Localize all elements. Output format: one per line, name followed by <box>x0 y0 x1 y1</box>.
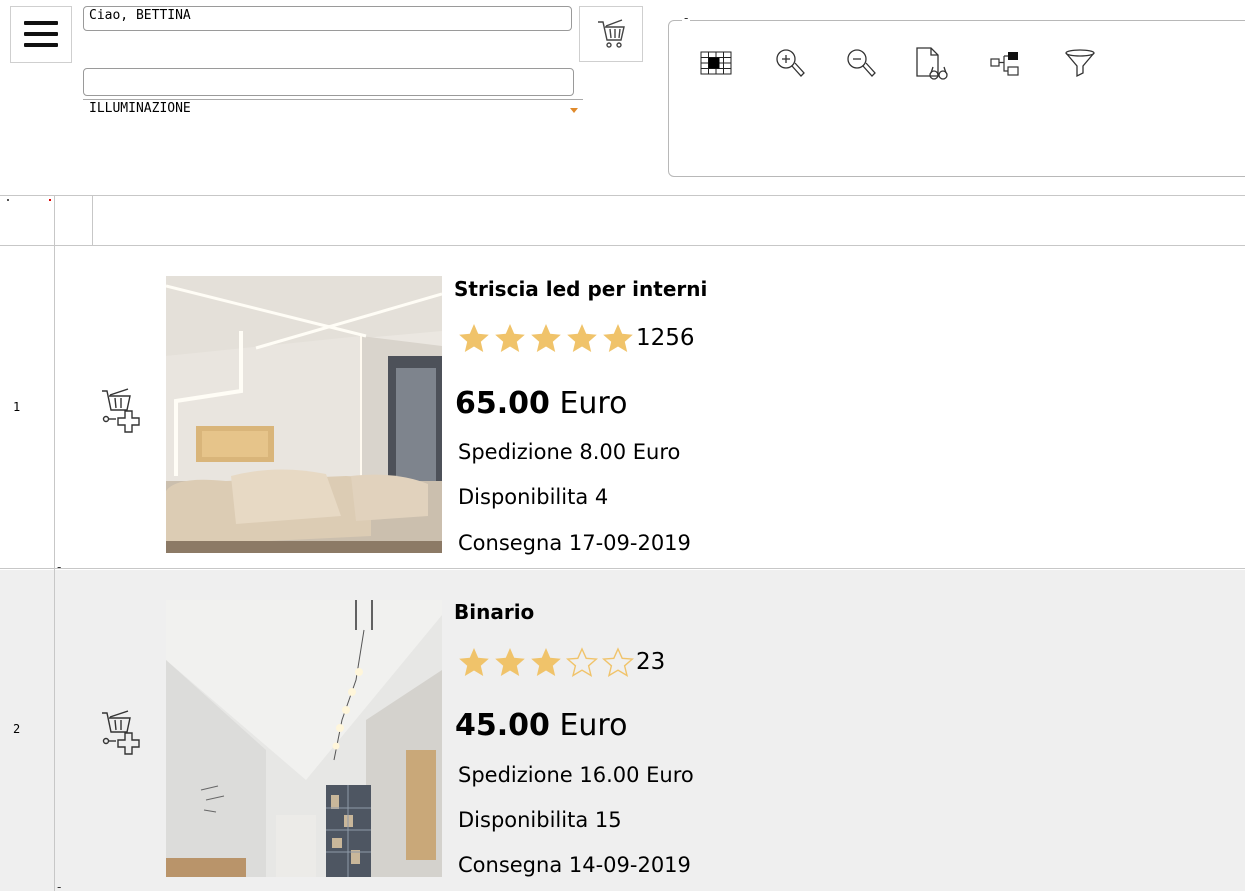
add-to-cart-button[interactable] <box>100 708 158 758</box>
product-title[interactable]: Striscia led per interni <box>454 277 707 301</box>
grid-column-divider <box>54 196 55 245</box>
review-count: 23 <box>636 649 666 675</box>
hierarchy-button[interactable] <box>986 42 1026 82</box>
price-currency: Euro <box>559 708 628 743</box>
price-value: 45.00 <box>455 708 550 743</box>
star-filled-icon <box>567 324 597 352</box>
delivery-info: Consegna 17-09-2019 <box>458 531 691 555</box>
grid-icon <box>700 51 732 75</box>
shipping-info: Spedizione 8.00 Euro <box>458 440 681 464</box>
product-title[interactable]: Binario <box>454 600 534 624</box>
star-filled-icon <box>603 324 633 352</box>
product-price: 45.00 Euro <box>455 708 627 743</box>
grid-corner-mark <box>49 199 51 201</box>
review-count: 1256 <box>636 325 695 351</box>
price-value: 65.00 <box>455 386 550 421</box>
grid-top-border <box>0 195 1245 196</box>
price-currency: Euro <box>559 386 628 421</box>
zoom-out-button[interactable] <box>842 42 882 82</box>
grid-view-button[interactable] <box>697 42 737 82</box>
shipping-info: Spedizione 16.00 Euro <box>458 763 694 787</box>
product-price: 65.00 Euro <box>455 386 627 421</box>
rating-stars: 23 <box>458 645 665 679</box>
product-image <box>166 600 442 877</box>
zoom-in-button[interactable] <box>771 42 811 82</box>
menu-icon-bar <box>24 43 58 47</box>
hamburger-menu-button[interactable] <box>10 6 72 63</box>
category-select[interactable]: ILLUMINAZIONE <box>83 99 583 121</box>
zoom-in-icon <box>776 49 805 77</box>
add-to-cart-icon <box>102 710 140 755</box>
star-filled-icon <box>531 648 561 676</box>
row-number: 1 <box>13 400 21 414</box>
filter-button[interactable] <box>1060 42 1100 82</box>
hierarchy-icon <box>990 52 1019 76</box>
filter-icon <box>1065 49 1095 78</box>
star-empty-icon <box>602 647 634 677</box>
availability-info: Disponibilita 4 <box>458 485 609 509</box>
star-filled-icon <box>459 324 489 352</box>
row-header-divider <box>54 246 55 891</box>
cart-icon <box>598 19 625 48</box>
menu-icon-bar <box>24 32 58 36</box>
delivery-info: Consegna 14-09-2019 <box>458 853 691 877</box>
row-number: 2 <box>13 722 21 736</box>
chevron-down-icon[interactable] <box>570 108 578 113</box>
greeting-field: Ciao, BETTINA <box>83 6 572 31</box>
row-mark: - <box>57 880 62 894</box>
star-filled-icon <box>531 324 561 352</box>
availability-info: Disponibilita 15 <box>458 808 622 832</box>
star-empty-icon <box>566 647 598 677</box>
add-to-cart-icon <box>102 388 140 433</box>
row-mark: - <box>57 560 62 574</box>
star-filled-icon <box>459 648 489 676</box>
add-to-cart-button[interactable] <box>100 386 158 436</box>
document-preview-icon <box>916 47 948 80</box>
grid-column-divider <box>92 196 93 245</box>
zoom-out-icon <box>847 49 876 77</box>
product-image <box>166 276 442 553</box>
star-filled-icon <box>495 324 525 352</box>
rating-stars: 1256 <box>458 321 695 355</box>
row-divider <box>0 568 1245 569</box>
toolbar-panel-title: - <box>682 11 691 25</box>
toolbar-panel <box>668 20 1245 177</box>
preview-button[interactable] <box>912 42 952 82</box>
grid-corner-mark <box>7 199 9 201</box>
star-filled-icon <box>495 648 525 676</box>
menu-icon <box>24 21 58 25</box>
search-input[interactable] <box>83 68 574 96</box>
cart-button[interactable] <box>579 6 643 62</box>
